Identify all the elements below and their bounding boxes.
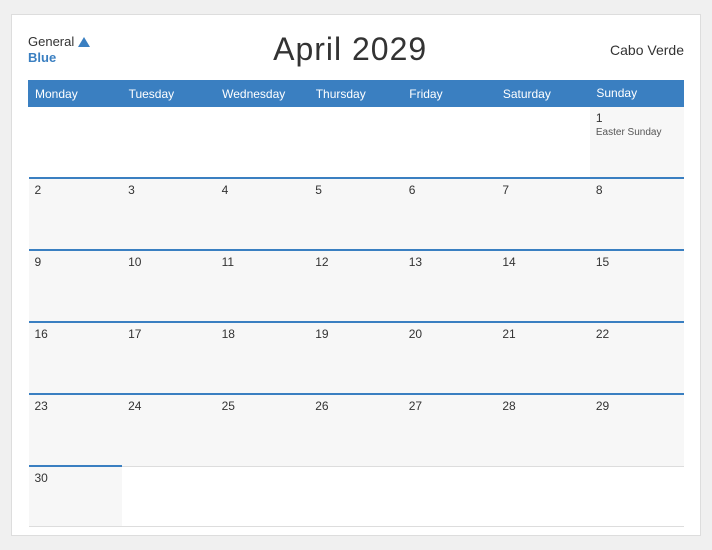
- day-cell: 27: [403, 394, 497, 466]
- day-cell: [309, 466, 403, 526]
- day-number: 28: [502, 399, 584, 413]
- day-number: 16: [35, 327, 117, 341]
- header-thursday: Thursday: [309, 81, 403, 107]
- day-number: 10: [128, 255, 210, 269]
- day-number: 29: [596, 399, 678, 413]
- day-cell: 22: [590, 322, 684, 394]
- day-cell: 29: [590, 394, 684, 466]
- calendar-title: April 2029: [273, 31, 427, 68]
- day-event: Easter Sunday: [596, 127, 678, 138]
- day-number: 18: [222, 327, 304, 341]
- day-number: 3: [128, 183, 210, 197]
- day-number: 5: [315, 183, 397, 197]
- day-cell: 11: [216, 250, 310, 322]
- logo: General Blue: [28, 34, 90, 65]
- calendar-grid: Monday Tuesday Wednesday Thursday Friday…: [28, 80, 684, 527]
- calendar-header: General Blue April 2029 Cabo Verde: [28, 31, 684, 68]
- day-cell: 10: [122, 250, 216, 322]
- day-cell: 7: [496, 178, 590, 250]
- day-cell: 5: [309, 178, 403, 250]
- day-cell: [216, 466, 310, 526]
- header-saturday: Saturday: [496, 81, 590, 107]
- day-cell: 12: [309, 250, 403, 322]
- calendar-container: General Blue April 2029 Cabo Verde Monda…: [11, 14, 701, 536]
- header-wednesday: Wednesday: [216, 81, 310, 107]
- day-number: 24: [128, 399, 210, 413]
- day-cell: 4: [216, 178, 310, 250]
- logo-general-text: General: [28, 34, 74, 50]
- day-cell: [309, 106, 403, 178]
- day-cell: 28: [496, 394, 590, 466]
- day-number: 25: [222, 399, 304, 413]
- week-row-6: 30: [29, 466, 684, 526]
- day-number: 4: [222, 183, 304, 197]
- day-cell: 9: [29, 250, 123, 322]
- day-cell: 23: [29, 394, 123, 466]
- day-cell: 13: [403, 250, 497, 322]
- week-row-1: 1 Easter Sunday: [29, 106, 684, 178]
- day-cell: 18: [216, 322, 310, 394]
- logo-blue-text: Blue: [28, 50, 90, 66]
- day-number: 30: [35, 471, 117, 485]
- day-number: 22: [596, 327, 678, 341]
- day-cell: [403, 466, 497, 526]
- day-number: 21: [502, 327, 584, 341]
- calendar-region: Cabo Verde: [610, 42, 684, 58]
- day-cell: 8: [590, 178, 684, 250]
- day-cell: 19: [309, 322, 403, 394]
- day-number: 9: [35, 255, 117, 269]
- day-cell: [496, 106, 590, 178]
- day-number: 13: [409, 255, 491, 269]
- day-cell: 21: [496, 322, 590, 394]
- logo-triangle-icon: [78, 37, 90, 47]
- day-cell: 1 Easter Sunday: [590, 106, 684, 178]
- day-number: 19: [315, 327, 397, 341]
- day-cell: 2: [29, 178, 123, 250]
- day-cell: [216, 106, 310, 178]
- day-cell: 6: [403, 178, 497, 250]
- day-number: 17: [128, 327, 210, 341]
- day-cell: 14: [496, 250, 590, 322]
- day-cell: 30: [29, 466, 123, 526]
- week-row-2: 2345678: [29, 178, 684, 250]
- day-number: 20: [409, 327, 491, 341]
- day-cell: [122, 466, 216, 526]
- day-number: 12: [315, 255, 397, 269]
- day-number: 6: [409, 183, 491, 197]
- week-row-5: 23 24 25 26 27 28 29: [29, 394, 684, 466]
- day-cell: 17: [122, 322, 216, 394]
- weekday-header-row: Monday Tuesday Wednesday Thursday Friday…: [29, 81, 684, 107]
- header-tuesday: Tuesday: [122, 81, 216, 107]
- day-number: 2: [35, 183, 117, 197]
- day-number: 1: [596, 111, 678, 125]
- day-cell: 3: [122, 178, 216, 250]
- day-number: 27: [409, 399, 491, 413]
- day-cell: [590, 466, 684, 526]
- day-cell: 20: [403, 322, 497, 394]
- day-cell: 16: [29, 322, 123, 394]
- day-number: 26: [315, 399, 397, 413]
- day-cell: 25: [216, 394, 310, 466]
- day-number: 23: [35, 399, 117, 413]
- header-friday: Friday: [403, 81, 497, 107]
- day-cell: [29, 106, 123, 178]
- day-cell: 15: [590, 250, 684, 322]
- day-cell: [403, 106, 497, 178]
- week-row-3: 9 10 11 12 13 14 15: [29, 250, 684, 322]
- day-cell: [496, 466, 590, 526]
- week-row-4: 16 17 18 19 20 21 22: [29, 322, 684, 394]
- day-cell: 24: [122, 394, 216, 466]
- day-number: 15: [596, 255, 678, 269]
- calendar-body: 1Easter Sunday23456789101112131415161718…: [29, 106, 684, 526]
- day-number: 7: [502, 183, 584, 197]
- header-monday: Monday: [29, 81, 123, 107]
- header-sunday: Sunday: [590, 81, 684, 107]
- day-number: 11: [222, 255, 304, 269]
- day-cell: [122, 106, 216, 178]
- day-cell: 26: [309, 394, 403, 466]
- day-number: 8: [596, 183, 678, 197]
- day-number: 14: [502, 255, 584, 269]
